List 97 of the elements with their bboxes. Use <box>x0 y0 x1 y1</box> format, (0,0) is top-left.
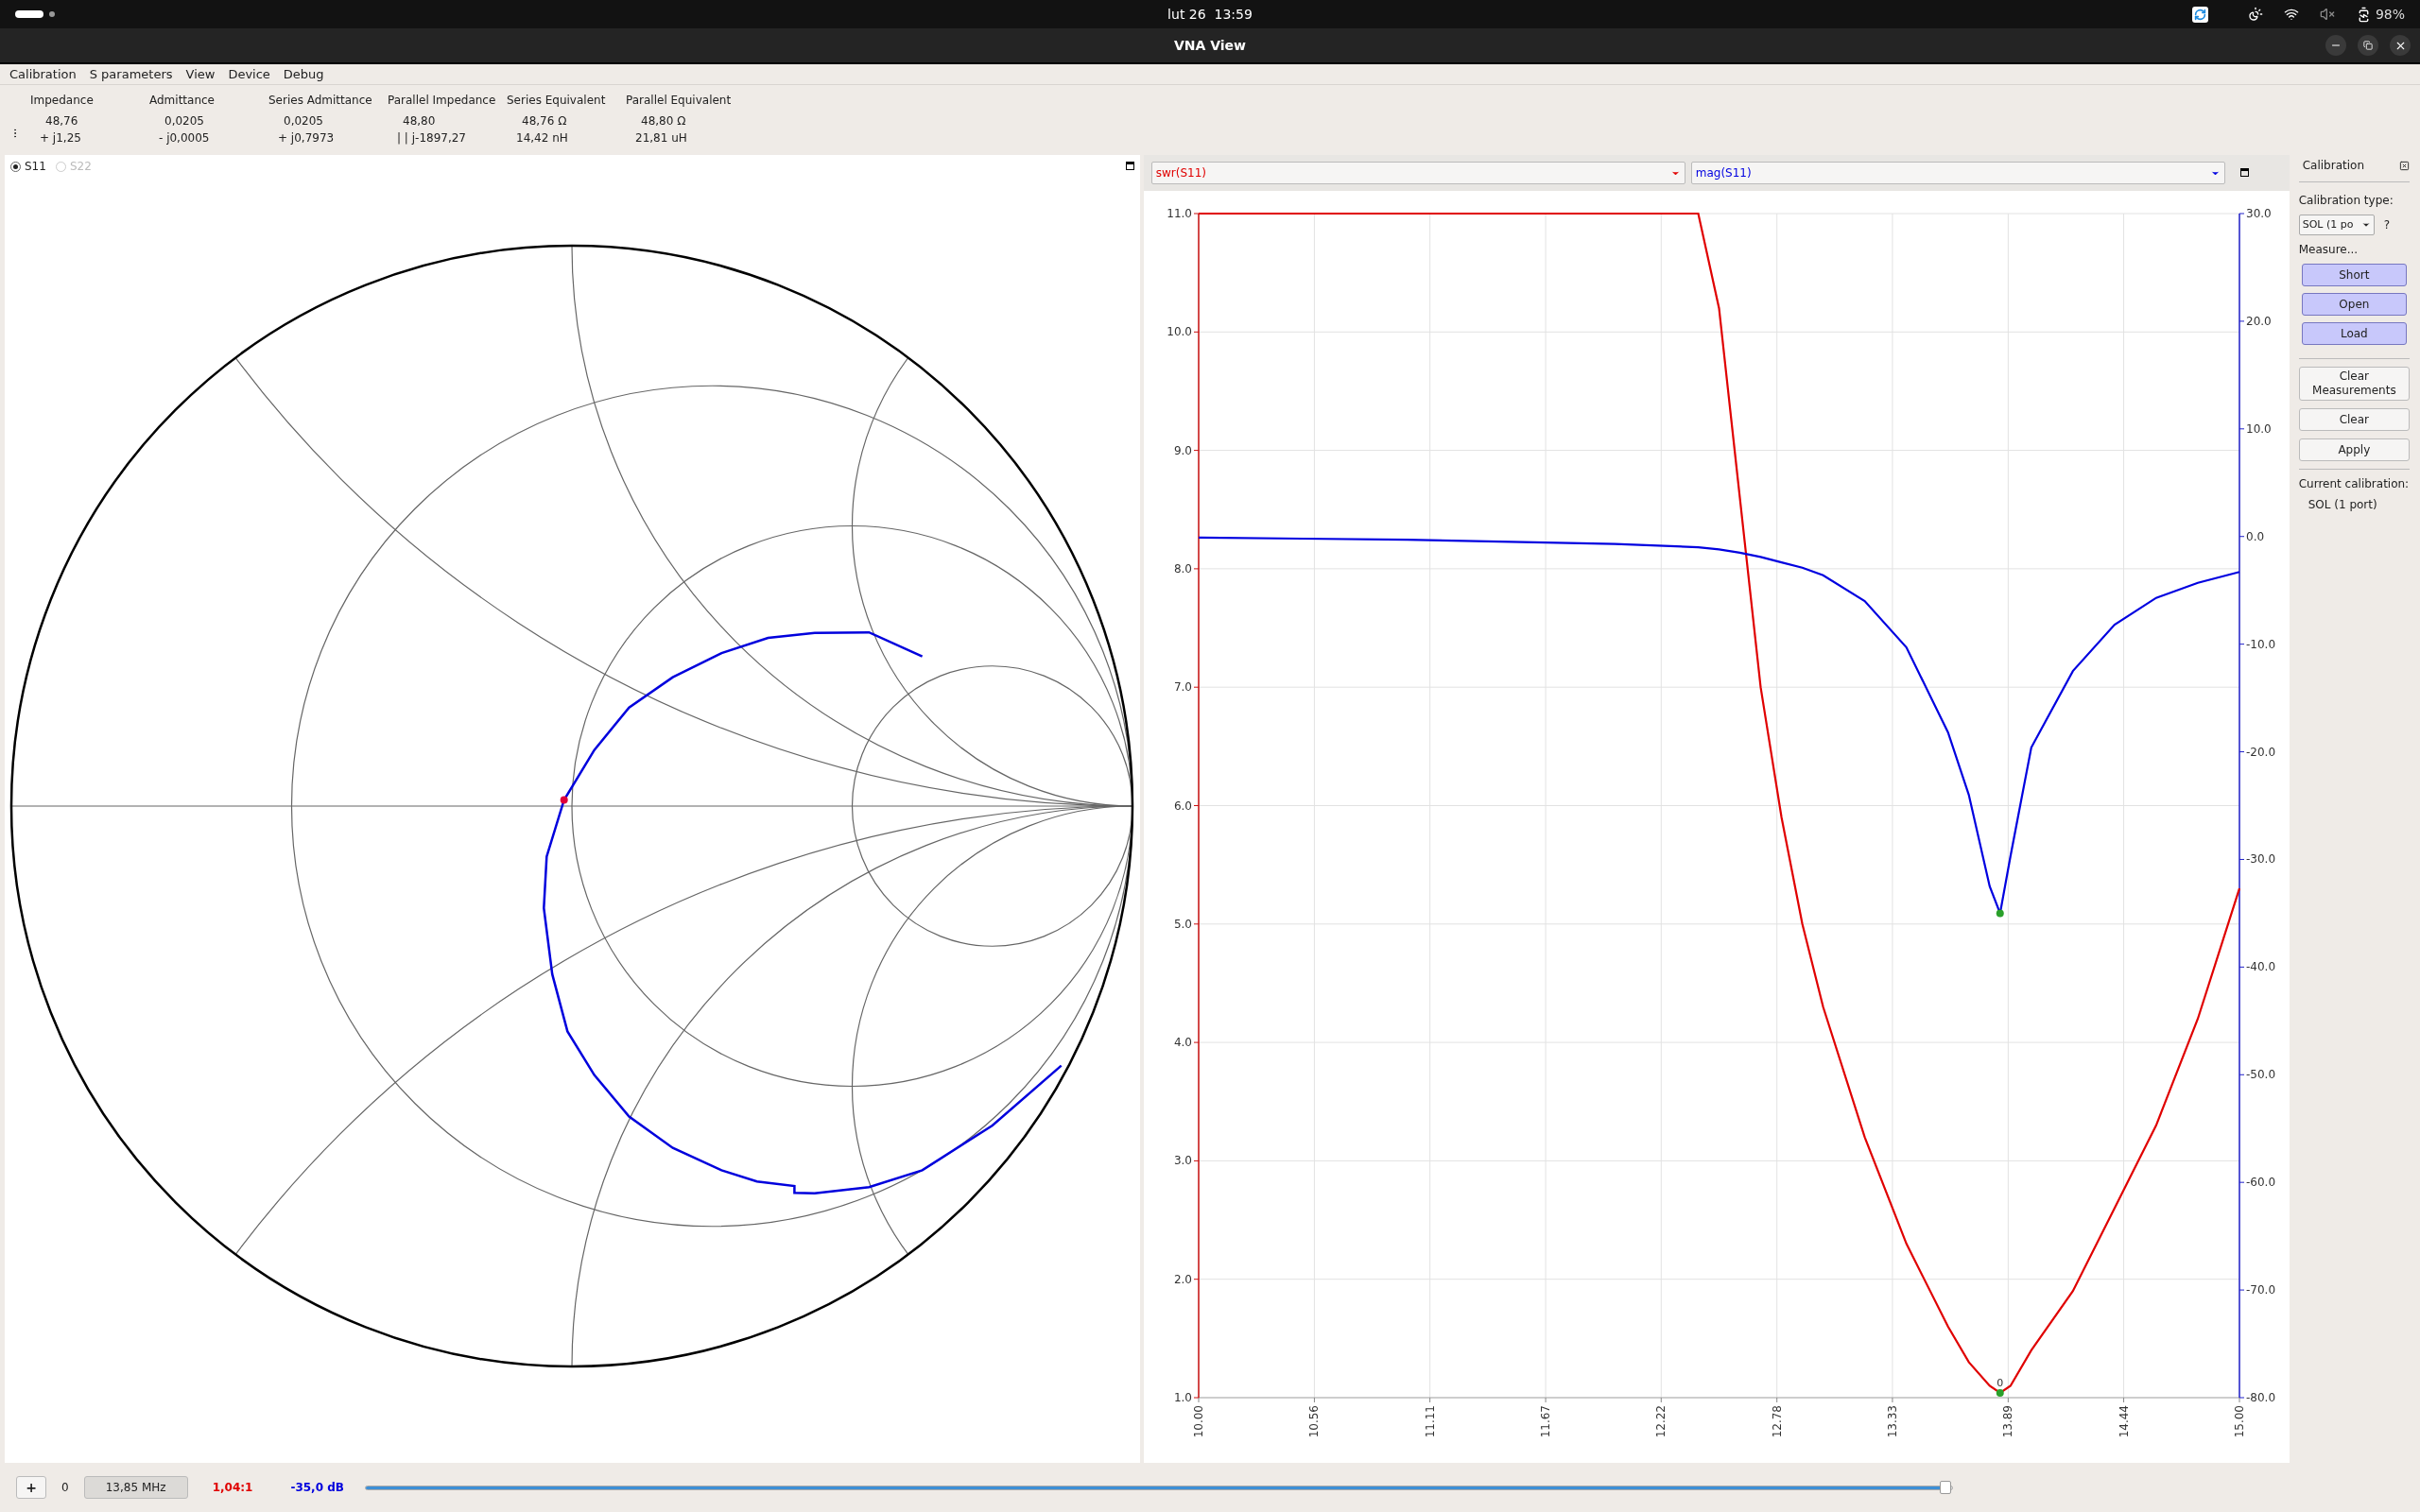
readout-value: | | j-1897,27 <box>397 130 467 146</box>
menu-item[interactable]: View <box>185 64 216 84</box>
marker-index: 0 <box>61 1480 69 1496</box>
readout-label: Impedance <box>30 93 95 109</box>
tick-label: 2.0 <box>1173 1272 1192 1286</box>
tick-label: -70.0 <box>2245 1283 2275 1297</box>
readout-value: 48,76 Ω <box>522 113 568 129</box>
maximize-icon[interactable] <box>1125 162 1134 170</box>
readout-label: Series Admittance <box>268 93 373 109</box>
readout-value: 48,76 <box>45 113 79 129</box>
frequency-slider[interactable] <box>364 1481 1953 1494</box>
tick-label: -60.0 <box>2245 1176 2275 1190</box>
tick-label: -80.0 <box>2245 1391 2275 1404</box>
trace-select[interactable]: swr(S11) <box>1150 162 1685 184</box>
wifi-icon[interactable] <box>2283 7 2299 22</box>
action-button[interactable]: Clear Measurements <box>2298 367 2410 401</box>
tick-label: 12.22 <box>1654 1405 1668 1438</box>
frequency-field[interactable]: 13,85 MHz <box>83 1476 188 1499</box>
readout-value: 21,81 uH <box>635 130 688 146</box>
tick-label: 10.56 <box>1307 1405 1322 1438</box>
tick-label: 5.0 <box>1173 917 1192 931</box>
tick-label: -30.0 <box>2245 852 2275 867</box>
swr-reading: 1,04:1 <box>212 1480 253 1496</box>
field-label: Measure... <box>2298 242 2360 258</box>
tick-label: 30.0 <box>2245 207 2272 220</box>
add-marker-button[interactable]: + <box>16 1476 46 1499</box>
menu-item[interactable]: Calibration <box>9 64 77 84</box>
readout-value: 14,42 nH <box>516 130 569 146</box>
help-label[interactable]: ? <box>2383 216 2391 233</box>
tick-label: 0.0 <box>2245 529 2264 543</box>
measure-button[interactable]: Load <box>2301 322 2407 345</box>
panel-title: Calibration <box>2302 158 2364 174</box>
tick-label: 8.0 <box>1173 561 1192 576</box>
field-label: Calibration type: <box>2298 193 2394 209</box>
window-title: VNA View <box>1173 36 1247 55</box>
battery-level: 98% <box>2375 5 2405 24</box>
tick-label: 10.0 <box>2245 421 2272 436</box>
tick-label: 13.33 <box>1885 1405 1899 1438</box>
tick-label: 3.0 <box>1173 1154 1192 1168</box>
tick-label: 6.0 <box>1173 799 1192 813</box>
menu-item[interactable]: Device <box>228 64 270 84</box>
tick-label: 7.0 <box>1173 680 1192 695</box>
clock[interactable]: lut 26 13:59 <box>1167 4 1253 25</box>
readout-label: Admittance <box>149 93 216 109</box>
measure-button[interactable]: Short <box>2301 264 2407 286</box>
marker-dot <box>1996 909 2004 918</box>
tick-label: 20.0 <box>2245 314 2272 328</box>
tick-label: 10.0 <box>1167 325 1192 339</box>
close-button[interactable] <box>2390 35 2411 56</box>
night-light-icon[interactable] <box>2247 7 2263 22</box>
port-radio[interactable]: S11 <box>10 158 46 175</box>
minimize-button[interactable] <box>2325 35 2346 56</box>
magnitude-reading: -35,0 dB <box>290 1480 344 1496</box>
readout-value: 48,80 Ω <box>641 113 687 129</box>
field-label: Current calibration: <box>2298 476 2410 492</box>
readout-value: 0,0205 <box>164 113 205 129</box>
restore-button[interactable] <box>2358 35 2378 56</box>
restore-icon <box>2363 41 2373 50</box>
tick-label: 14.44 <box>2117 1405 2131 1438</box>
trace-select[interactable]: mag(S11) <box>1690 162 2225 184</box>
tick-label: -40.0 <box>2245 960 2275 974</box>
tick-label: 13.89 <box>2001 1405 2015 1438</box>
readout-value: + j0,7973 <box>278 130 336 146</box>
readout-label: Series Equivalent <box>507 93 607 109</box>
tick-label: 11.0 <box>1167 207 1192 220</box>
tick-label: 4.0 <box>1173 1036 1192 1050</box>
workspace-indicator-icon[interactable] <box>15 10 43 18</box>
tick-label: 1.0 <box>1173 1391 1192 1404</box>
readout-value: 48,80 <box>403 113 437 129</box>
readout-value: - j0,0005 <box>159 130 211 146</box>
calibration-type-select[interactable]: SOL (1 po <box>2298 215 2375 235</box>
action-button[interactable]: Apply <box>2298 438 2410 461</box>
tick-label: -20.0 <box>2245 745 2275 759</box>
menu-item[interactable]: S parameters <box>89 64 173 84</box>
readout-value: + j1,25 <box>40 130 82 146</box>
tick-label: 10.00 <box>1191 1405 1205 1438</box>
close-icon[interactable] <box>2399 160 2410 171</box>
tick-label: -10.0 <box>2245 637 2275 651</box>
current-calibration: SOL (1 port) <box>2308 497 2378 513</box>
tick-label: 11.67 <box>1538 1405 1552 1438</box>
action-button[interactable]: Clear <box>2298 408 2410 431</box>
marker-label: 0 <box>1996 1377 2003 1389</box>
readout-label: Parallel Impedance <box>388 93 497 109</box>
tick-label: 11.11 <box>1423 1405 1437 1438</box>
tick-label: -50.0 <box>2245 1068 2275 1082</box>
menu-item[interactable]: Debug <box>283 64 324 84</box>
tick-label: 15.00 <box>2232 1405 2246 1438</box>
tick-label: 12.78 <box>1770 1405 1784 1438</box>
marker-dot <box>1996 1389 2004 1397</box>
maximize-icon[interactable] <box>2239 168 2249 178</box>
readout-value: 0,0205 <box>284 113 324 129</box>
measure-button[interactable]: Open <box>2301 293 2407 316</box>
tick-label: 9.0 <box>1173 443 1192 457</box>
readout-label: Parallel Equivalent <box>626 93 733 109</box>
sync-app-icon[interactable] <box>2191 6 2208 23</box>
dropdown-caret-icon <box>2360 220 2371 230</box>
mute-icon[interactable] <box>2319 7 2335 22</box>
